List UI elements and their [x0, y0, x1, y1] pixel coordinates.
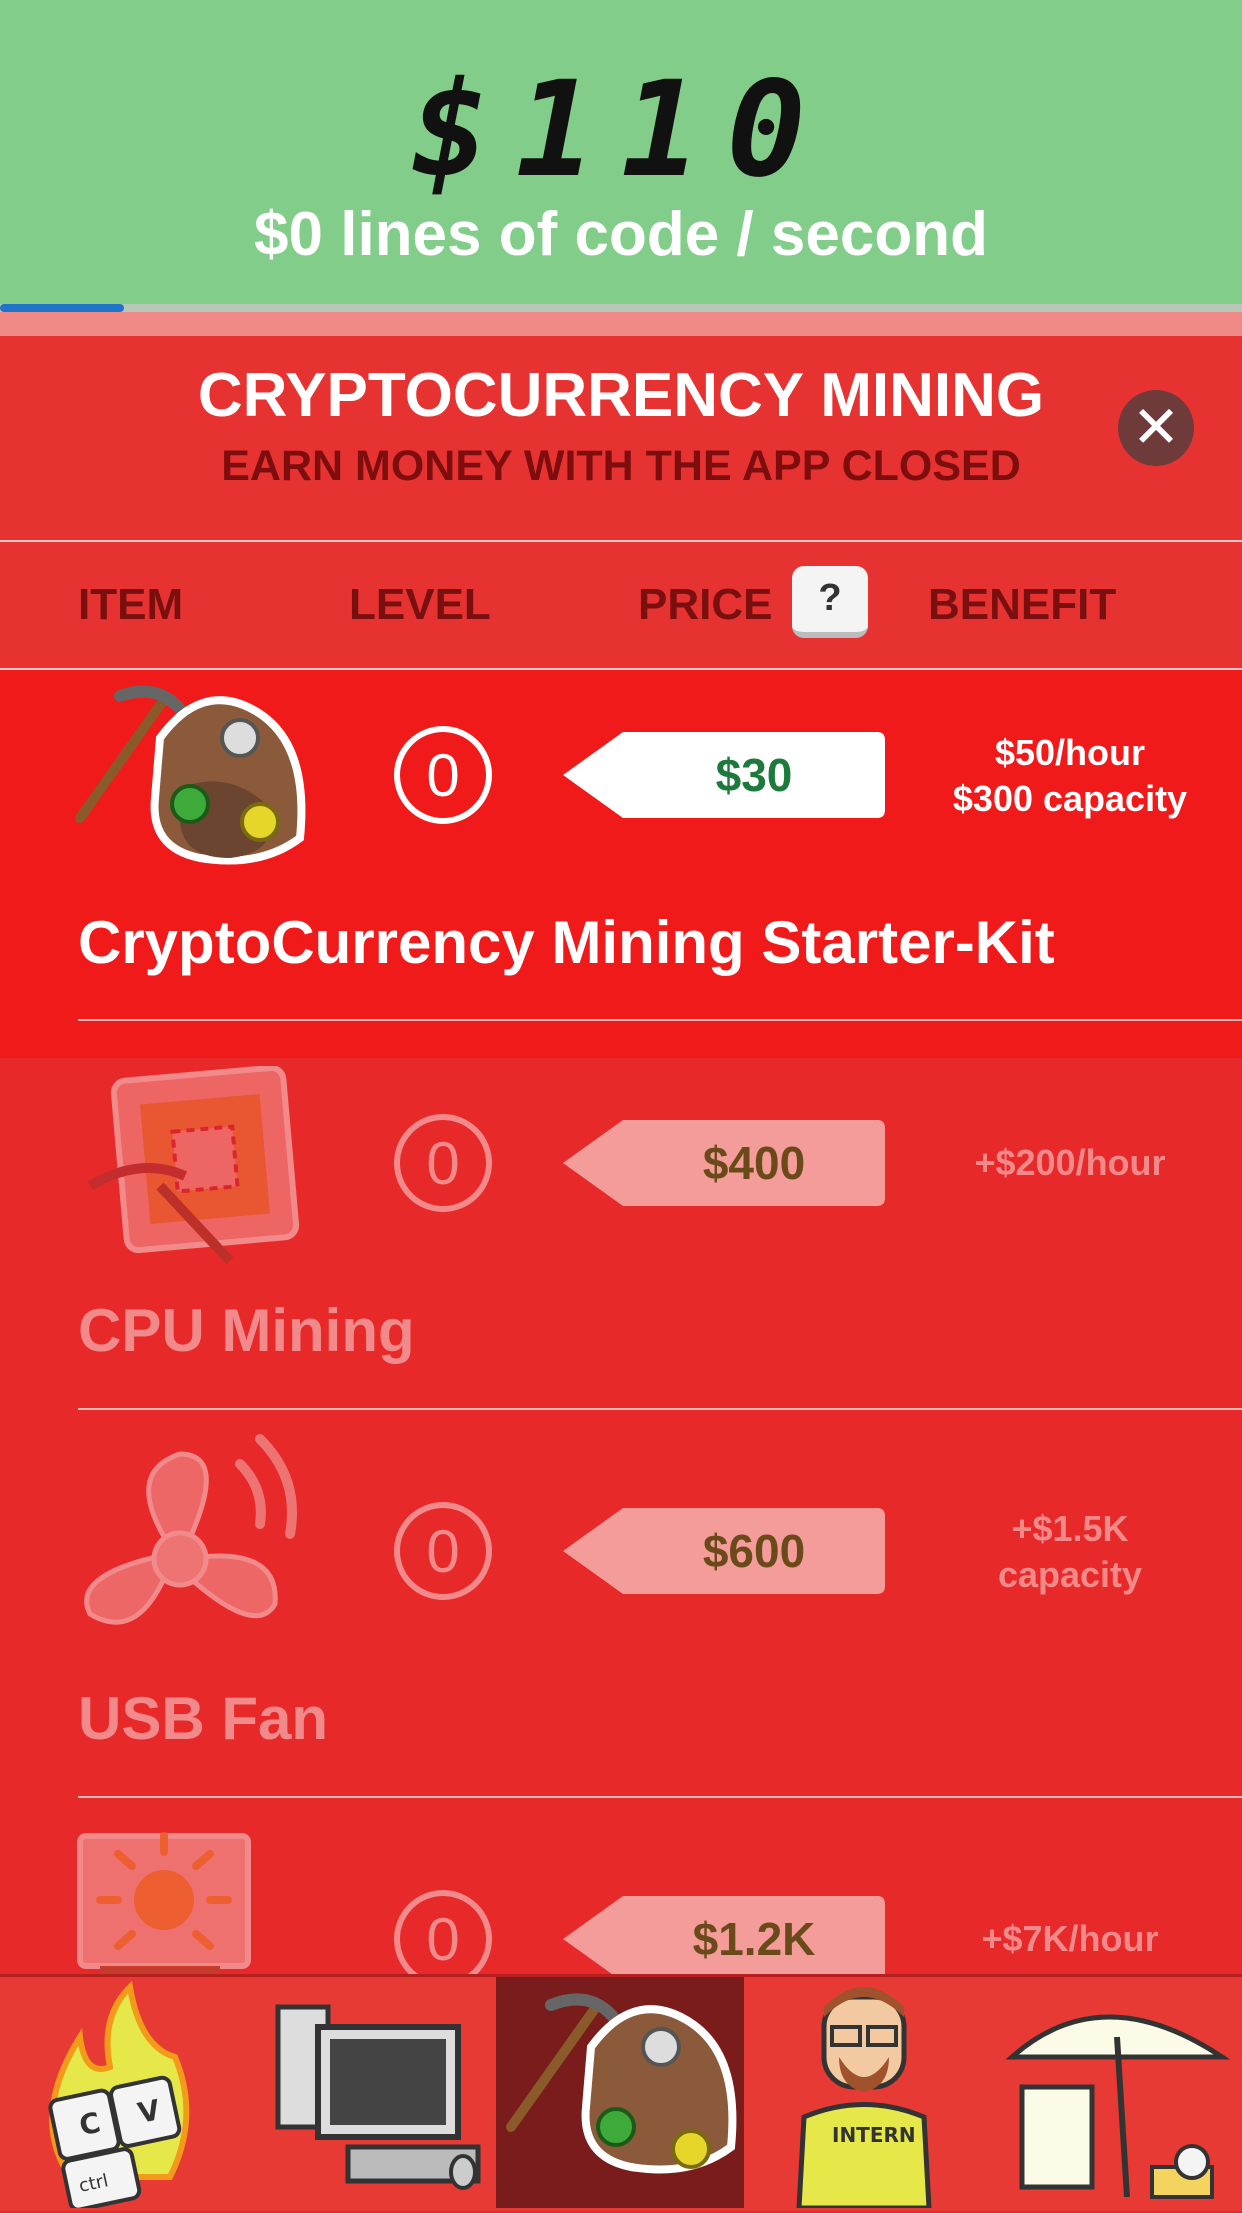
- item-name: CryptoCurrency Mining Starter-Kit: [78, 909, 1055, 976]
- modal-subtitle: EARN MONEY WITH THE APP CLOSED: [221, 442, 1021, 490]
- money-counter: $110: [410, 53, 832, 207]
- benefit-line-1: $50/hour: [994, 732, 1146, 773]
- item-name: CPU Mining: [78, 1297, 415, 1364]
- pickaxe-rock-coins-icon: [60, 678, 340, 878]
- header-divider: [0, 312, 1242, 336]
- keyboard-fire-icon: C V ctrl: [48, 1980, 190, 2212]
- nav-computer-button[interactable]: [248, 1977, 496, 2208]
- nav-vacation-button[interactable]: [992, 1977, 1240, 2208]
- item-name: USB Fan: [78, 1685, 329, 1752]
- column-item: ITEM: [78, 580, 184, 629]
- benefit-line-1: +$200/hour: [974, 1142, 1166, 1183]
- fan-icon: [60, 1434, 340, 1634]
- level-indicator: 0: [394, 1502, 492, 1600]
- benefit-line-1: +$7K/hour: [981, 1918, 1159, 1959]
- beach-umbrella-icon: [1005, 2014, 1231, 2199]
- intern-label: INTERN: [832, 2123, 916, 2147]
- price-label: $400: [702, 1137, 806, 1189]
- computer-icon: [275, 2004, 481, 2190]
- benefit-line-2: $300 capacity: [952, 778, 1188, 819]
- price-tag-button[interactable]: $1.2K: [563, 1896, 885, 1982]
- column-benefit: BENEFIT: [928, 580, 1117, 629]
- column-level: LEVEL: [349, 580, 491, 629]
- close-icon: ✕: [1131, 395, 1181, 460]
- lines-per-second: $0 lines of code / second: [254, 200, 988, 269]
- price-tag-button[interactable]: $400: [563, 1120, 885, 1206]
- progress-track: [0, 304, 1242, 312]
- price-tag-button[interactable]: $30: [563, 732, 885, 818]
- nav-intern-button[interactable]: INTERN: [744, 1977, 992, 2211]
- level-indicator: 0: [394, 726, 492, 824]
- level-indicator: 0: [394, 1114, 492, 1212]
- price-label: $1.2K: [692, 1913, 816, 1965]
- cpu-pickaxe-icon: [60, 1064, 340, 1266]
- price-help-button[interactable]: ?: [792, 566, 868, 638]
- nav-code-button[interactable]: C V ctrl: [0, 1977, 248, 2212]
- intern-icon: INTERN: [796, 1987, 932, 2211]
- mining-icon: [506, 1993, 737, 2174]
- price-tag-button[interactable]: $600: [563, 1508, 885, 1594]
- close-button[interactable]: ✕: [1118, 390, 1194, 466]
- benefit-line-2: capacity: [997, 1554, 1143, 1595]
- price-label: $600: [702, 1525, 806, 1577]
- sun-painting-icon: [60, 1830, 340, 1974]
- price-label: $30: [715, 749, 793, 801]
- progress-fill: [0, 304, 125, 312]
- column-price: PRICE: [638, 580, 773, 629]
- modal-title: CRYPTOCURRENCY MINING: [197, 361, 1045, 430]
- benefit-line-1: +$1.5K: [1011, 1508, 1129, 1549]
- nav-mining-button[interactable]: [496, 1977, 744, 2208]
